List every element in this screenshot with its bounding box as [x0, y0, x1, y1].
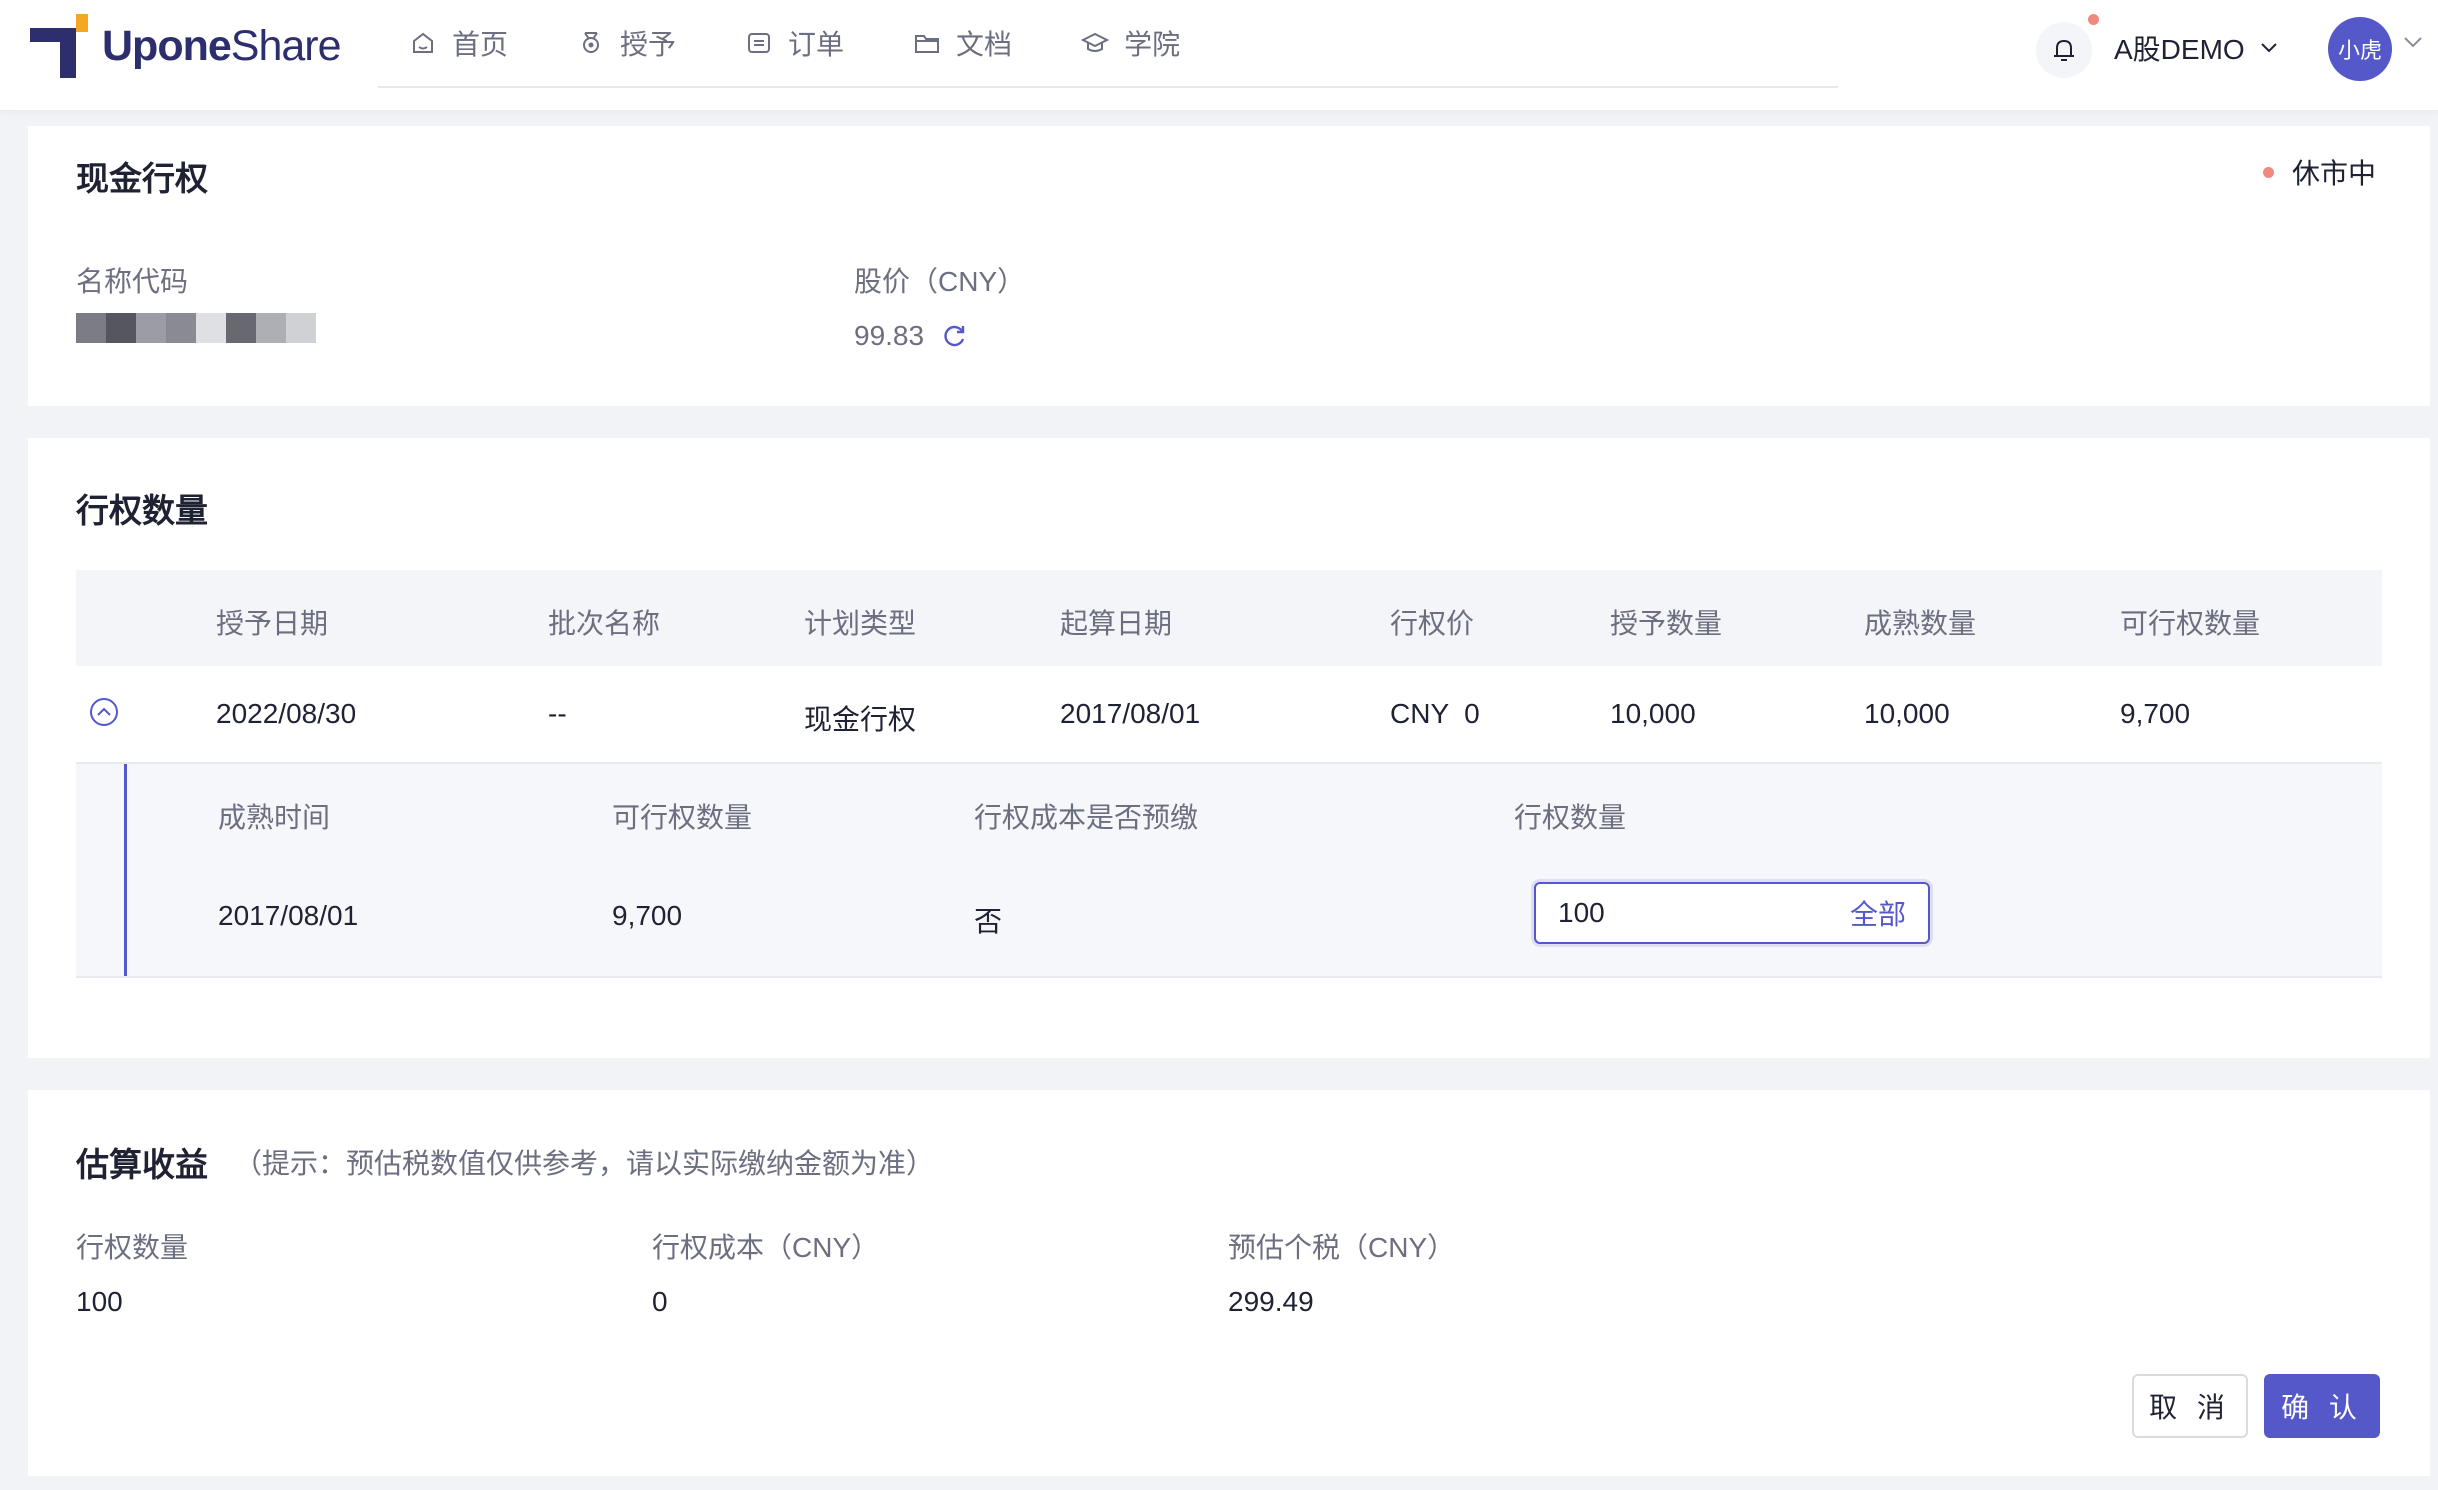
plan-type-cell: 现金行权: [804, 704, 917, 735]
nav-item-orders[interactable]: 订单: [744, 0, 844, 86]
nav-label: 文档: [956, 29, 1013, 60]
granted-cell: 10,000: [1610, 698, 1696, 729]
table-header: 授予日期 批次名称 计划类型 起算日期 行权价 授予数量 成熟数量 可行权数量: [76, 570, 2382, 666]
cancel-button[interactable]: 取 消: [2132, 1374, 2248, 1438]
price-label: 股价（CNY）: [854, 266, 1026, 297]
table-row[interactable]: 2022/08/30 -- 现金行权 2017/08/01 CNY 0 10,0…: [76, 666, 2382, 764]
estimate-tax-label: 预估个税（CNY）: [1228, 1232, 1456, 1263]
market-status-text: 休市中: [2291, 158, 2376, 189]
vested-cell: 10,000: [1864, 698, 1950, 729]
sub-column-header: 行权成本是否预缴: [974, 802, 1199, 833]
sub-column-header: 成熟时间: [218, 802, 331, 833]
account-switcher[interactable]: A股DEMO: [2114, 28, 2279, 68]
vest-time-cell: 2017/08/01: [218, 900, 359, 931]
expanded-detail: 成熟时间 可行权数量 行权成本是否预缴 行权数量 2017/08/01 9,70…: [76, 764, 2382, 978]
estimate-card: 估算收益 （提示：预估税数值仅供参考，请以实际缴纳金额为准） 行权数量 100 …: [28, 1090, 2430, 1476]
price-value: 99.83: [854, 320, 925, 351]
sub-exercisable-cell: 9,700: [612, 900, 683, 931]
nav-label: 首页: [452, 29, 509, 60]
column-header: 批次名称: [548, 608, 661, 639]
nav-item-docs[interactable]: 文档: [912, 0, 1012, 86]
nav-label: 学院: [1124, 29, 1181, 60]
nav-label: 订单: [788, 29, 845, 60]
medal-icon: [583, 32, 600, 53]
column-header: 可行权数量: [2120, 608, 2261, 639]
estimate-cost-value: 0: [652, 1286, 668, 1317]
nav-item-academy[interactable]: 学院: [1080, 0, 1180, 86]
confirm-button[interactable]: 确 认: [2264, 1374, 2380, 1438]
status-dot: [2262, 166, 2274, 178]
column-header: 授予数量: [1610, 608, 1723, 639]
order-icon: [748, 33, 771, 53]
price-display: 99.83: [854, 320, 968, 352]
estimate-tax-value: 299.49: [1228, 1286, 1314, 1317]
name-code-label: 名称代码: [76, 266, 189, 297]
column-header: 行权价: [1390, 608, 1475, 639]
top-bar: UponeShare 首页 授予 订单 文档 学院 A股DEMO 小虎: [0, 0, 2438, 110]
quantity-input-value[interactable]: 100: [1558, 897, 1605, 929]
bell-icon: [2054, 39, 2074, 61]
section-title: 行权数量: [76, 492, 208, 529]
home-icon: [413, 32, 433, 53]
logo-mark-icon: [30, 14, 88, 78]
prepaid-cell: 否: [974, 906, 1003, 937]
nav-item-grant[interactable]: 授予: [576, 0, 676, 86]
name-code-redacted: [76, 313, 316, 343]
brand-logo[interactable]: UponeShare: [30, 14, 342, 78]
exercise-quantity-input[interactable]: 100 全部: [1534, 882, 1930, 944]
column-header: 授予日期: [216, 608, 329, 639]
estimate-qty-value: 100: [76, 1286, 123, 1317]
column-header: 成熟数量: [1864, 608, 1977, 639]
section-title: 估算收益: [76, 1146, 208, 1183]
select-all-button[interactable]: 全部: [1850, 893, 1906, 933]
page-title: 现金行权: [76, 160, 208, 197]
batch-name-cell: --: [548, 698, 567, 729]
avatar[interactable]: 小虎: [2328, 17, 2392, 81]
sub-column-header: 可行权数量: [612, 802, 753, 833]
start-date-cell: 2017/08/01: [1060, 698, 1201, 729]
exercise-price-cell: CNY 0: [1390, 698, 1480, 729]
folder-icon: [915, 35, 940, 53]
nav-item-home[interactable]: 首页: [408, 0, 508, 86]
chevron-down-icon: [2260, 43, 2277, 53]
column-header: 起算日期: [1060, 608, 1173, 639]
notification-dot: [2088, 14, 2099, 25]
refresh-icon[interactable]: [940, 322, 968, 350]
estimate-cost-label: 行权成本（CNY）: [652, 1232, 880, 1263]
sub-column-header: 行权数量: [1514, 802, 1627, 833]
brand-name-light: Share: [230, 21, 342, 70]
main-nav: 首页 授予 订单 文档 学院: [378, 0, 1838, 88]
graduation-cap-icon: [1080, 32, 1110, 52]
column-header: 计划类型: [804, 608, 917, 639]
exercisable-cell: 9,700: [2120, 698, 2191, 729]
notification-button[interactable]: [2036, 22, 2092, 78]
nav-label: 授予: [620, 29, 677, 60]
expanded-indicator-bar: [124, 764, 127, 976]
account-name: A股DEMO: [2114, 34, 2245, 65]
cash-exercise-card: 现金行权 休市中 名称代码 股价（CNY） 99.83: [28, 126, 2430, 406]
estimate-hint: （提示：预估税数值仅供参考，请以实际缴纳金额为准）: [234, 1148, 935, 1179]
grant-date-cell: 2022/08/30: [216, 698, 357, 729]
estimate-qty-label: 行权数量: [76, 1232, 189, 1263]
avatar-chevron-down-icon[interactable]: [2402, 34, 2424, 50]
market-status: 休市中: [2262, 152, 2376, 192]
exercise-quantity-card: 行权数量 授予日期 批次名称 计划类型 起算日期 行权价 授予数量 成熟数量 可…: [28, 438, 2430, 1058]
brand-name-bold: Upone: [102, 21, 232, 70]
